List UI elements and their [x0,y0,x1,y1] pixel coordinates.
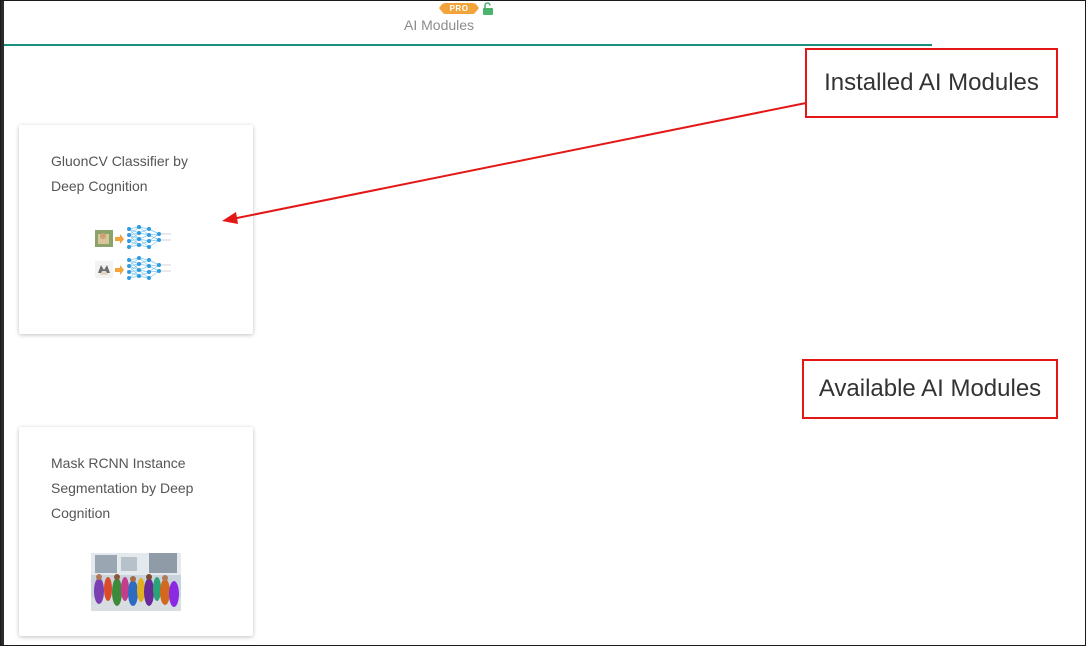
neural-network-classifier-image [95,225,171,280]
tab-active-indicator [4,44,932,46]
window-edge [1,1,4,645]
pro-badge: PRO [439,3,479,14]
module-card-gluoncv[interactable]: GluonCV Classifier by Deep Cognition [19,125,253,334]
tab-label: AI Modules [404,17,475,33]
available-modules-callout: Available AI Modules [802,359,1058,419]
instance-segmentation-image [91,553,181,611]
tab-ai-modules[interactable]: PRO AI Modules [395,2,505,42]
module-title: Mask RCNN Instance Segmentation by Deep … [51,455,194,521]
module-card-mask-rcnn[interactable]: Mask RCNN Instance Segmentation by Deep … [19,427,253,636]
lock-open-icon [483,2,493,15]
installed-modules-callout: Installed AI Modules [805,48,1058,118]
module-title: GluonCV Classifier by Deep Cognition [51,153,188,194]
